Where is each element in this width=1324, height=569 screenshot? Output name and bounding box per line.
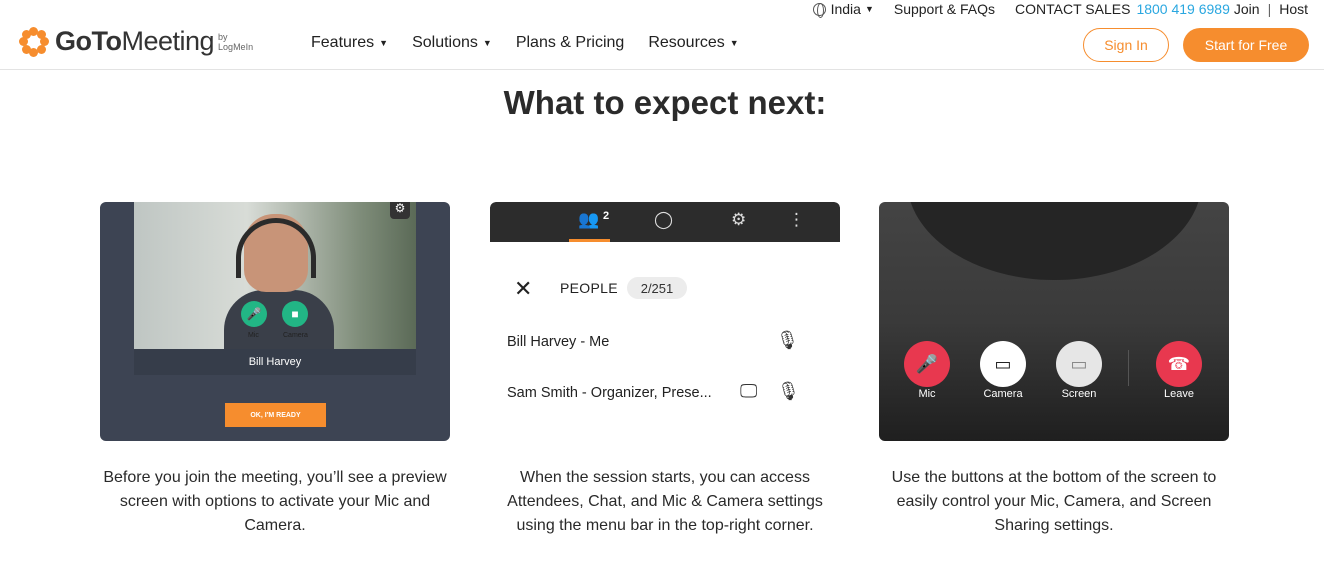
nav-item-pricing[interactable]: Plans & Pricing [516, 34, 625, 52]
people-icon: 👥 [578, 210, 600, 229]
description-controls: Use the buttons at the bottom of the scr… [891, 469, 1217, 534]
mic-icon: 🎙 [777, 381, 800, 401]
camera-icon: ■ [282, 301, 308, 327]
country-label: India [830, 1, 861, 17]
camera-off-icon: ▭ [980, 341, 1026, 387]
mic-label: Mic [918, 388, 936, 400]
mic-muted-icon: 🎤 [904, 341, 950, 387]
ready-button: OK, I'M READY [225, 403, 326, 427]
country-selector[interactable]: India ▼ [812, 1, 874, 18]
people-panel-image: 👥 2 ◯ ⚙ ⋮ ✕ PEOPLE 2/251 Bill Harvey - M… [490, 202, 840, 441]
meeting-controls-image: 🎤 Mic ▭ Camera ▭ Screen ☎ Leave [879, 202, 1229, 441]
more-icon: ⋮ [788, 210, 805, 229]
support-link[interactable]: Support & FAQs [894, 1, 995, 17]
chevron-down-icon: ▼ [482, 38, 492, 48]
join-link[interactable]: Join [1234, 1, 1260, 17]
nav-item-features[interactable]: Features ▼ [311, 34, 388, 52]
page-title: What to expect next: [503, 84, 827, 121]
logo[interactable]: GoToMeeting by LogMeIn [19, 26, 258, 57]
divider: | [1267, 1, 1272, 17]
participant-name: Bill Harvey [134, 349, 416, 375]
screen-icon: 🖵 [740, 381, 758, 401]
mic-muted-icon: 🎙 [776, 330, 799, 350]
nav-item-resources[interactable]: Resources ▼ [648, 34, 738, 52]
mic-label: Mic [248, 332, 259, 339]
contact-sales-label: CONTACT SALES [1015, 1, 1131, 17]
people-badge: 2 [603, 210, 610, 222]
nav-item-solutions[interactable]: Solutions ▼ [412, 34, 492, 52]
description-preview: Before you join the meeting, you’ll see … [103, 469, 447, 534]
divider [1128, 350, 1129, 386]
active-tab-indicator [569, 239, 610, 242]
list-item: Bill Harvey - Me [507, 334, 610, 350]
screen-share-icon: ▭ [1056, 341, 1102, 387]
leave-label: Leave [1164, 388, 1194, 400]
logo-mark-icon [19, 26, 49, 57]
gear-icon: ⚙ [390, 202, 410, 219]
chevron-down-icon: ▼ [379, 38, 389, 48]
close-icon: ✕ [514, 276, 533, 301]
video-preview: 🎤 ■ Mic Camera [134, 202, 416, 349]
screen-label: Screen [1061, 388, 1097, 400]
description-session: When the session starts, you can access … [507, 469, 823, 534]
tab-bar: 👥 2 ◯ ⚙ ⋮ [490, 202, 840, 242]
video-tile [907, 202, 1202, 280]
phone-link[interactable]: 1800 419 6989 [1136, 1, 1229, 17]
logo-byline: by LogMeIn [218, 31, 254, 52]
logo-text: GoToMeeting [55, 26, 215, 56]
nav-menu: Features ▼ Solutions ▼ Plans & Pricing Res… [311, 34, 763, 52]
gear-icon: ⚙ [731, 210, 747, 229]
mic-icon: 🎤 [241, 301, 267, 327]
utility-bar: India ▼ Support & FAQs CONTACT SALES 180… [793, 0, 1308, 18]
people-title: PEOPLE [560, 280, 618, 296]
sign-in-button[interactable]: Sign In [1083, 28, 1169, 62]
list-item: Sam Smith - Organizer, Prese... [507, 385, 712, 401]
host-link[interactable]: Host [1279, 1, 1308, 17]
leave-phone-icon: ☎ [1156, 341, 1202, 387]
people-count: 2/251 [627, 277, 687, 299]
main-nav: GoToMeeting by LogMeIn Features ▼ Solutio… [0, 18, 1324, 70]
camera-label: Camera [983, 388, 1023, 400]
chat-icon: ◯ [654, 210, 674, 229]
chevron-down-icon: ▼ [729, 38, 739, 48]
contact-sales: CONTACT SALES 1800 419 6989 [1015, 1, 1230, 17]
globe-icon [812, 2, 826, 18]
start-free-button[interactable]: Start for Free [1183, 28, 1309, 62]
camera-label: Camera [283, 332, 308, 339]
preview-screen-image: 🎤 ■ Mic Camera ⚙ Bill Harvey OK, I'M REA… [100, 202, 450, 441]
chevron-down-icon: ▼ [864, 4, 874, 14]
